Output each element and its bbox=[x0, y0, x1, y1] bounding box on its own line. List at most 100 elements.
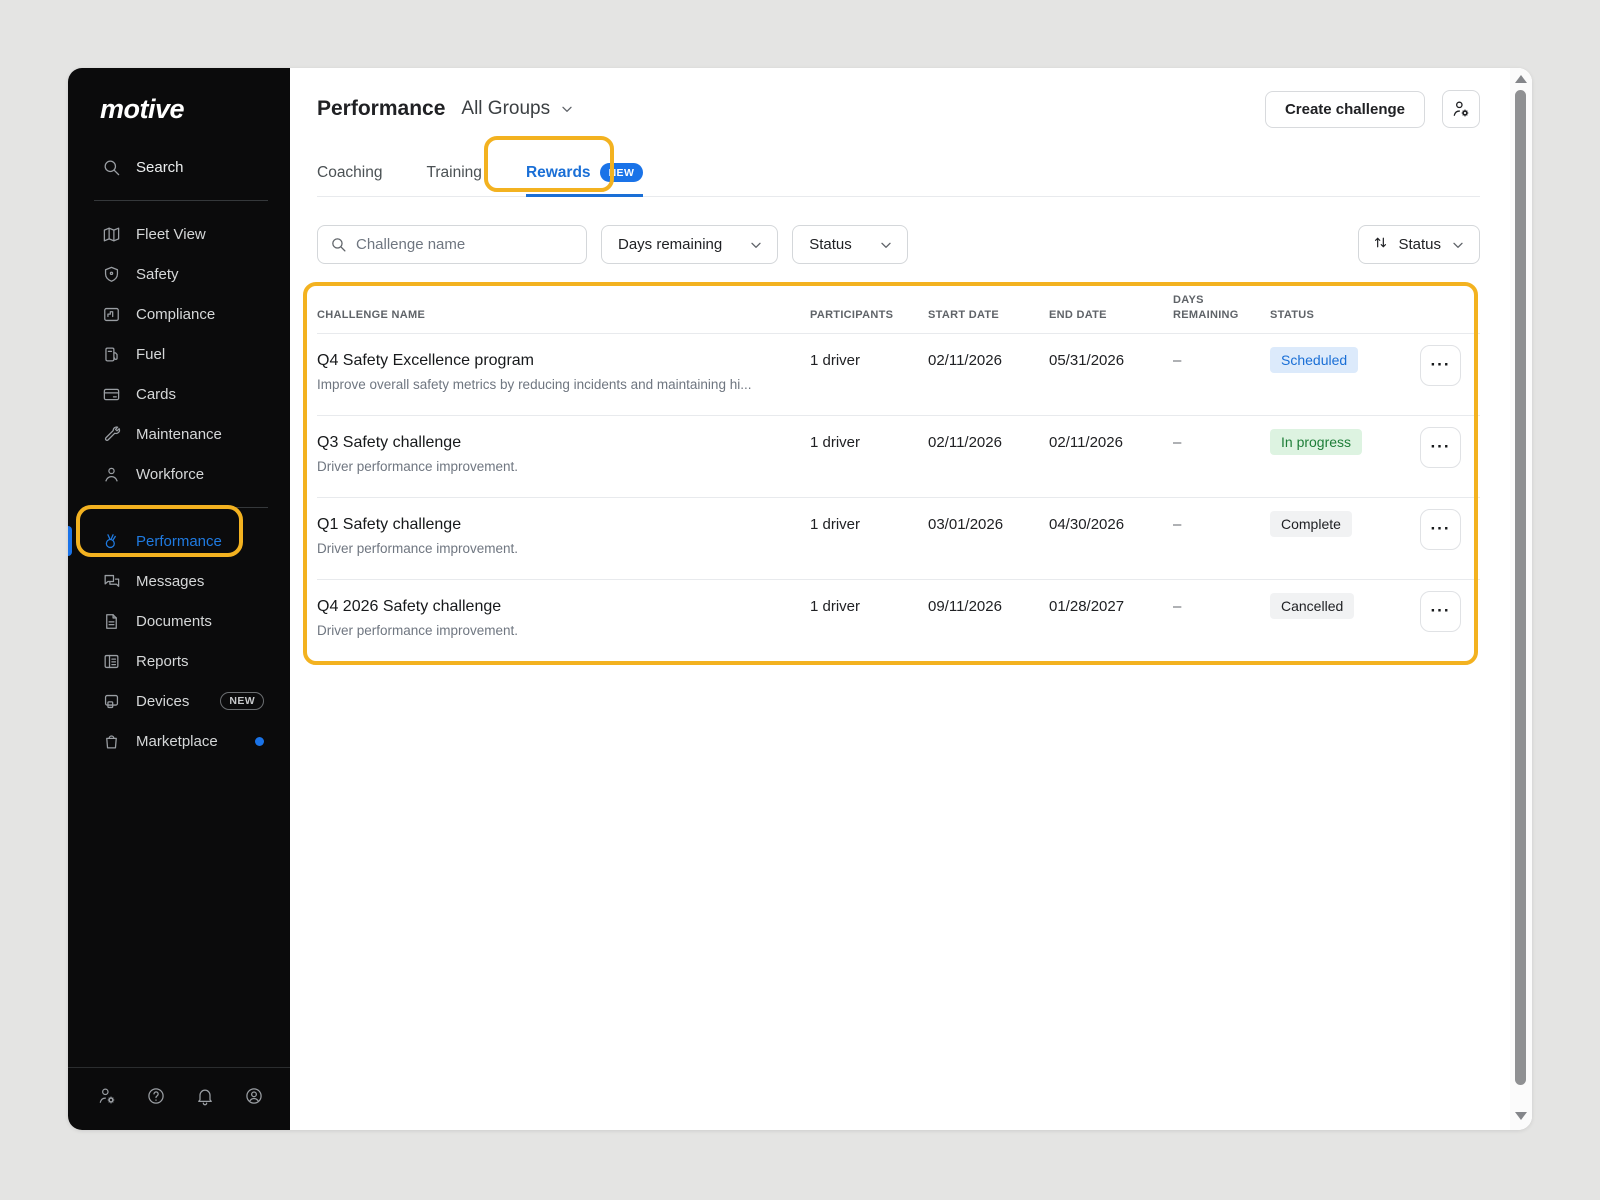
main-content: Performance All Groups Create challenge bbox=[290, 68, 1532, 1130]
status-badge: Cancelled bbox=[1270, 593, 1354, 619]
start-date-value: 02/11/2026 bbox=[928, 349, 1049, 394]
scrollbar-down-arrow[interactable] bbox=[1515, 1112, 1527, 1120]
sidebar-item-documents[interactable]: Documents bbox=[68, 601, 290, 641]
participants-value: 1 driver bbox=[810, 349, 928, 394]
filter-label: Days remaining bbox=[618, 236, 722, 253]
table-row[interactable]: Q4 2026 Safety challenge Driver performa… bbox=[317, 579, 1480, 661]
new-badge: NEW bbox=[220, 692, 264, 710]
end-date-value: 04/30/2026 bbox=[1049, 513, 1173, 558]
days-remaining-value: – bbox=[1173, 349, 1270, 394]
shopping-bag-icon bbox=[102, 732, 121, 751]
notification-dot bbox=[255, 737, 264, 746]
days-remaining-value: – bbox=[1173, 431, 1270, 476]
column-header-days-remaining: Days remaining bbox=[1173, 293, 1270, 323]
days-remaining-value: – bbox=[1173, 595, 1270, 640]
status-badge: Scheduled bbox=[1270, 347, 1358, 373]
sidebar-item-label: Documents bbox=[136, 613, 212, 630]
sidebar-item-messages[interactable]: Messages bbox=[68, 561, 290, 601]
admin-settings-icon[interactable] bbox=[97, 1086, 117, 1106]
compliance-chart-icon bbox=[102, 305, 121, 324]
challenge-name: Q4 2026 Safety challenge bbox=[317, 595, 810, 618]
app-window: motive Search Fleet View bbox=[68, 68, 1532, 1130]
group-selector-dropdown[interactable]: All Groups bbox=[461, 98, 575, 120]
status-badge: Complete bbox=[1270, 511, 1352, 537]
challenge-name: Q4 Safety Excellence program bbox=[317, 349, 810, 372]
sidebar-item-label: Safety bbox=[136, 266, 179, 283]
status-badge: In progress bbox=[1270, 429, 1362, 455]
participants-value: 1 driver bbox=[810, 595, 928, 640]
search-icon bbox=[330, 236, 347, 253]
table-header: Challenge name Participants Start date E… bbox=[317, 293, 1480, 334]
new-badge: NEW bbox=[600, 163, 644, 182]
sidebar-item-label: Cards bbox=[136, 386, 176, 403]
chevron-down-icon bbox=[559, 101, 575, 117]
search-icon bbox=[102, 158, 121, 177]
status-filter[interactable]: Status bbox=[792, 225, 908, 264]
table-row[interactable]: Q3 Safety challenge Driver performance i… bbox=[317, 415, 1480, 497]
end-date-value: 02/11/2026 bbox=[1049, 431, 1173, 476]
shield-icon bbox=[102, 265, 121, 284]
challenge-name: Q3 Safety challenge bbox=[317, 431, 810, 454]
sidebar-item-label: Fleet View bbox=[136, 226, 206, 243]
scrollbar-up-arrow[interactable] bbox=[1515, 75, 1527, 83]
tab-label: Training bbox=[427, 164, 482, 182]
sidebar-item-cards[interactable]: Cards bbox=[68, 374, 290, 414]
days-remaining-value: – bbox=[1173, 513, 1270, 558]
sidebar-item-search[interactable]: Search bbox=[68, 147, 290, 187]
sidebar-item-workforce[interactable]: Workforce bbox=[68, 454, 290, 494]
sidebar-item-performance[interactable]: Performance bbox=[68, 521, 290, 561]
column-header-start-date: Start date bbox=[928, 308, 1049, 323]
row-menu-button[interactable]: ··· bbox=[1420, 509, 1461, 550]
row-menu-button[interactable]: ··· bbox=[1420, 591, 1461, 632]
sidebar-item-label: Maintenance bbox=[136, 426, 222, 443]
days-remaining-filter[interactable]: Days remaining bbox=[601, 225, 778, 264]
sidebar-item-devices[interactable]: Devices NEW bbox=[68, 681, 290, 721]
medal-icon bbox=[102, 532, 121, 551]
sidebar-item-fuel[interactable]: Fuel bbox=[68, 334, 290, 374]
challenge-name-search[interactable] bbox=[317, 225, 587, 264]
credit-card-icon bbox=[102, 385, 121, 404]
sidebar-item-label: Performance bbox=[136, 533, 222, 550]
sidebar-item-maintenance[interactable]: Maintenance bbox=[68, 414, 290, 454]
create-challenge-button[interactable]: Create challenge bbox=[1265, 91, 1425, 128]
table-row[interactable]: Q1 Safety challenge Driver performance i… bbox=[317, 497, 1480, 579]
sort-label: Status bbox=[1398, 236, 1441, 253]
table-row[interactable]: Q4 Safety Excellence program Improve ove… bbox=[317, 334, 1480, 415]
scrollbar-thumb[interactable] bbox=[1515, 90, 1526, 1085]
start-date-value: 02/11/2026 bbox=[928, 431, 1049, 476]
group-selector-label: All Groups bbox=[461, 98, 550, 120]
sidebar: motive Search Fleet View bbox=[68, 68, 290, 1130]
sidebar-item-fleet-view[interactable]: Fleet View bbox=[68, 214, 290, 254]
challenge-name-input[interactable] bbox=[356, 236, 574, 253]
filter-bar: Days remaining Status Status bbox=[317, 225, 1480, 264]
sidebar-item-reports[interactable]: Reports bbox=[68, 641, 290, 681]
account-icon[interactable] bbox=[244, 1086, 264, 1106]
sidebar-item-marketplace[interactable]: Marketplace bbox=[68, 721, 290, 761]
sidebar-item-label: Compliance bbox=[136, 306, 215, 323]
row-menu-button[interactable]: ··· bbox=[1420, 427, 1461, 468]
sidebar-item-compliance[interactable]: Compliance bbox=[68, 294, 290, 334]
tab-rewards[interactable]: Rewards NEW bbox=[526, 153, 643, 197]
sort-by-dropdown[interactable]: Status bbox=[1358, 225, 1480, 264]
row-menu-button[interactable]: ··· bbox=[1420, 345, 1461, 386]
participants-value: 1 driver bbox=[810, 431, 928, 476]
challenge-name: Q1 Safety challenge bbox=[317, 513, 810, 536]
help-icon[interactable] bbox=[146, 1086, 166, 1106]
person-icon bbox=[102, 465, 121, 484]
column-header-participants: Participants bbox=[810, 308, 928, 323]
challenge-description: Driver performance improvement. bbox=[317, 458, 810, 476]
page-title: Performance bbox=[317, 97, 445, 121]
sidebar-item-label: Marketplace bbox=[136, 733, 218, 750]
challenge-description: Improve overall safety metrics by reduci… bbox=[317, 376, 810, 394]
tab-training[interactable]: Training bbox=[427, 154, 482, 196]
tab-bar: Coaching Training Rewards NEW bbox=[317, 153, 1480, 197]
notifications-bell-icon[interactable] bbox=[195, 1086, 215, 1106]
sidebar-item-safety[interactable]: Safety bbox=[68, 254, 290, 294]
column-header-status: Status bbox=[1270, 308, 1420, 323]
document-icon bbox=[102, 612, 121, 631]
admin-settings-button[interactable] bbox=[1442, 90, 1480, 128]
wrench-icon bbox=[102, 425, 121, 444]
tab-coaching[interactable]: Coaching bbox=[317, 154, 383, 196]
challenge-description: Driver performance improvement. bbox=[317, 540, 810, 558]
filter-label: Status bbox=[809, 236, 852, 253]
